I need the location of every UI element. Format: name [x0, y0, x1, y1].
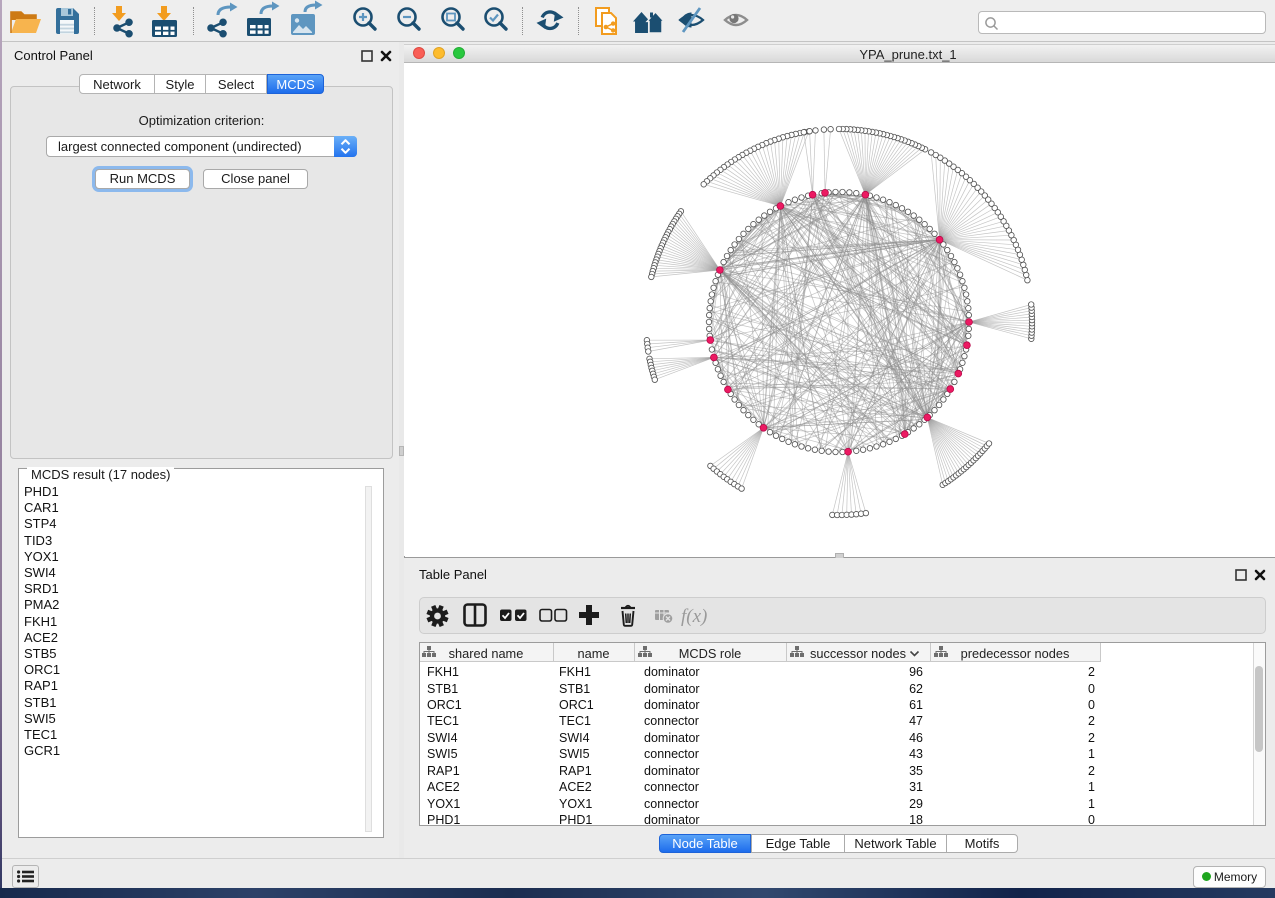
svg-text:f(x): f(x): [681, 606, 707, 627]
